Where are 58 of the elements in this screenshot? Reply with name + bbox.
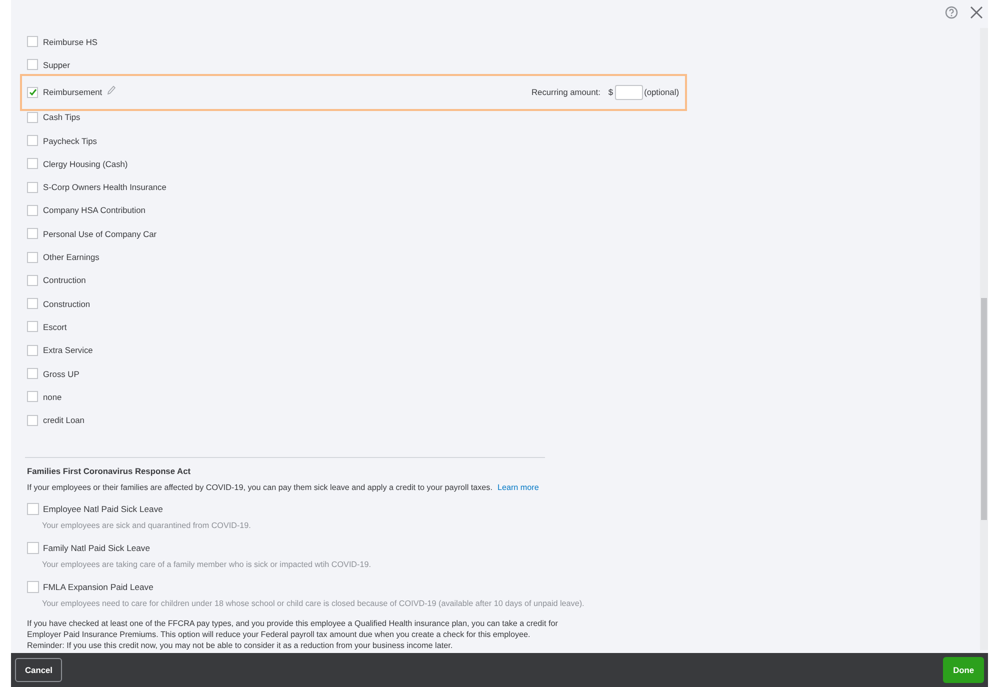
checkbox[interactable] [27,112,38,123]
checkbox[interactable] [27,580,39,593]
pay-type-label: S-Corp Owners Health Insurance [43,182,166,192]
checkbox[interactable] [27,36,38,48]
checkbox[interactable] [27,182,38,193]
learn-more-link[interactable]: Learn more [497,482,539,492]
pay-type-label: Clergy Housing (Cash) [43,158,128,169]
checkbox[interactable] [27,391,38,402]
note-text: Reminder: If you use this credit now, you may not be able to consider it as a reduction from your business income later. [27,640,454,651]
done-button[interactable]: Done [943,657,984,683]
checkbox[interactable] [27,252,38,263]
checkbox[interactable] [27,204,38,216]
checkbox[interactable] [27,344,38,356]
recurring-amount-label: Recurring amount: [532,87,600,98]
checkbox[interactable] [27,321,38,332]
checkbox[interactable] [27,86,38,98]
pay-type-label: Company HSA Contribution [43,205,146,216]
leave-type-label: Employee Natl Paid Sick Leave [43,504,163,514]
pay-type-label: Gross UP [43,368,80,378]
pencil-icon[interactable] [107,85,116,96]
checkbox[interactable] [27,135,38,146]
pay-type-label: Contruction [43,275,86,286]
pay-type-label: Personal Use of Company Car [43,228,157,239]
pay-type-label: Extra Service [43,345,93,356]
intro-text: If your employees or their families are affected by COVID-19, you can pay them sick leave and apply a credit to your payroll taxes. [27,482,492,492]
pay-type-label: Reimbursement [43,87,102,98]
leave-description: Your employees need to care for children under 18 whose school or child care is closed because of COIVD-19 (available after 10 days of unpaid leave). [42,598,586,609]
pay-type-label: none [43,392,62,402]
leave-description: Your employees are taking care of a family member who is sick or impacted wtih COVID-19. [42,558,372,570]
leave-type-label: FMLA Expansion Paid Leave [43,582,154,592]
pay-type-label: Reimburse HS [43,36,98,47]
section-title: Families First Coronavirus Response Act [27,466,192,476]
checkbox[interactable] [27,298,38,310]
close-icon[interactable] [970,6,983,19]
pay-type-label: Paycheck Tips [43,136,97,146]
pay-type-label: Escort [43,322,67,332]
cancel-button[interactable]: Cancel [15,658,62,682]
note-text: If you have checked at least one of the FFCRA pay types, and you provide this employee a Qualified Health insurance plan, you can take a credit for [27,618,559,629]
checkbox[interactable] [27,414,38,426]
checkbox[interactable] [27,274,38,286]
pay-type-label: credit Loan [43,415,84,426]
pay-type-label: Cash Tips [43,112,80,122]
pay-type-label: Supper [43,60,70,70]
leave-type-label: Family Natl Paid Sick Leave [43,542,150,553]
checkbox[interactable] [27,158,38,170]
currency-symbol: $ [608,87,614,98]
amount-field[interactable] [615,84,644,100]
checkbox[interactable] [27,502,39,515]
checkbox[interactable] [27,228,38,240]
checkbox[interactable] [27,368,38,379]
checkbox[interactable] [27,542,39,554]
checkbox[interactable] [27,59,38,70]
leave-description: Your employees are sick and quarantined from COVID-19. [42,520,252,531]
note-text: Employer Paid Insurance Premiums. This option will reduce your Federal payroll tax amount due when you create a check for this employee. [27,628,532,640]
pay-type-label: Construction [43,298,90,309]
pay-type-label: Other Earnings [43,252,100,262]
optional-hint: (optional) [644,87,679,98]
help-icon[interactable] [945,6,958,19]
